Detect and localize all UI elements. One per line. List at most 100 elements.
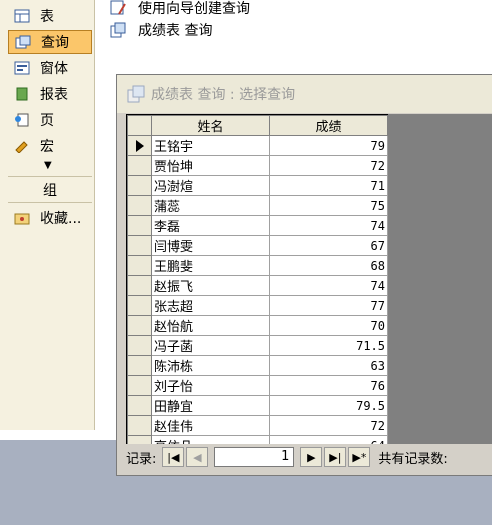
table-row[interactable]: 刘子怡 76 [127,375,388,396]
cell-name[interactable]: 蒲蕊 [151,195,270,216]
record-selector[interactable] [127,315,152,336]
cell-score[interactable]: 79.5 [269,395,388,416]
sidebar-item-reports[interactable]: 报表 [8,82,92,106]
first-record-button[interactable]: |◀ [162,447,185,467]
record-selector[interactable] [127,275,152,296]
cell-score[interactable]: 77 [269,295,388,316]
previous-record-button[interactable]: ◀ [186,447,209,467]
sidebar-item-tables[interactable]: 表 [8,4,92,28]
query-icon [127,85,145,103]
table-row[interactable]: 蒲蕊 75 [127,195,388,216]
list-item-wizard[interactable]: 使用向导创建查询 [110,0,250,18]
record-selector[interactable] [127,335,152,356]
cell-name[interactable]: 刘子怡 [151,375,270,396]
sidebar-item-forms[interactable]: 窗体 [8,56,92,80]
select-all-cell[interactable] [127,115,152,136]
sidebar-item-pages[interactable]: 页 [8,108,92,132]
cell-score[interactable]: 74 [269,275,388,296]
groups-header[interactable]: 组 [8,180,92,200]
record-selector[interactable] [127,355,152,376]
sidebar-item-label: 宏 [40,139,54,155]
cell-score[interactable]: 68 [269,255,388,276]
sidebar-item-label: 收藏... [40,211,82,227]
table-row[interactable]: 张志超 77 [127,295,388,316]
cell-score[interactable]: 79 [269,135,388,156]
record-selector[interactable] [127,375,152,396]
cell-score[interactable]: 76 [269,375,388,396]
cell-score[interactable]: 72 [269,155,388,176]
table-row[interactable]: 王铭宇 79 [127,135,388,156]
cell-score[interactable]: 67 [269,235,388,256]
cell-name[interactable]: 张志超 [151,295,270,316]
cell-score[interactable]: 70 [269,315,388,336]
cell-score[interactable]: 72 [269,415,388,436]
record-selector[interactable] [127,255,152,276]
table-row[interactable]: 赵怡航 70 [127,315,388,336]
current-record-input[interactable]: 1 [214,447,295,467]
table-row[interactable]: 冯澍煊 71 [127,175,388,196]
table-row[interactable]: 王鹏斐 68 [127,255,388,276]
sidebar-item-favorites[interactable]: 收藏... [8,206,92,230]
cell-name[interactable]: 贾怡坤 [151,155,270,176]
record-selector[interactable] [127,395,152,416]
record-selector[interactable] [127,155,152,176]
record-selector[interactable] [127,215,152,236]
cell-name[interactable]: 陈沛栋 [151,355,270,376]
cell-score[interactable]: 74 [269,215,388,236]
table-row[interactable]: 陈沛栋 63 [127,355,388,376]
sidebar-item-queries[interactable]: 查询 [8,30,92,54]
cell-name[interactable]: 赵怡航 [151,315,270,336]
cell-name[interactable]: 冯澍煊 [151,175,270,196]
cell-score[interactable]: 64 [269,435,388,444]
report-icon [14,87,30,101]
record-selector[interactable] [127,235,152,256]
cell-name[interactable]: 高依凡 [151,435,270,444]
query-icon [110,22,126,38]
column-header-name[interactable]: 姓名 [151,115,270,136]
table-row[interactable]: 冯子菡 71.5 [127,335,388,356]
table-row[interactable]: 高依凡64 [127,435,388,444]
sidebar-item-label: 窗体 [40,61,68,77]
record-selector[interactable] [127,135,152,156]
cell-name[interactable]: 李磊 [151,215,270,236]
list-item-query[interactable]: 成绩表 查询 [110,20,212,40]
new-record-button[interactable]: ▶* [348,447,371,467]
table-row[interactable]: 李磊 74 [127,215,388,236]
cell-name[interactable]: 田静宜 [151,395,270,416]
table-row[interactable]: 田静宜 79.5 [127,395,388,416]
next-record-button[interactable]: ▶ [300,447,323,467]
cell-score[interactable]: 71 [269,175,388,196]
sidebar-item-label: 表 [40,9,54,25]
wizard-icon [110,0,126,16]
cell-name[interactable]: 赵佳伟 [151,415,270,436]
record-selector[interactable] [127,175,152,196]
cell-score[interactable]: 75 [269,195,388,216]
objects-bar: 表 查询 窗体 报表 页 宏 ▼ 组 收藏... [0,0,95,430]
chevron-down-icon[interactable]: ▼ [44,160,52,171]
cell-score[interactable]: 63 [269,355,388,376]
cell-name[interactable]: 闫博雯 [151,235,270,256]
table-icon [14,9,30,23]
table-row[interactable]: 赵振飞 74 [127,275,388,296]
cell-name[interactable]: 王鹏斐 [151,255,270,276]
cell-name[interactable]: 王铭宇 [151,135,270,156]
record-selector[interactable] [127,415,152,436]
query-datasheet-window: 成绩表 查询 : 选择查询 姓名 成绩 王铭宇 79 贾怡坤 72 冯澍煊 71 蒲蕊 75 李… [116,74,492,476]
table-row[interactable]: 贾怡坤 72 [127,155,388,176]
cell-name[interactable]: 赵振飞 [151,275,270,296]
macro-icon [14,139,30,154]
window-title-bar[interactable]: 成绩表 查询 : 选择查询 [117,75,492,113]
column-header-score[interactable]: 成绩 [269,115,388,136]
table-row[interactable]: 闫博雯 67 [127,235,388,256]
cell-score[interactable]: 71.5 [269,335,388,356]
favorites-folder-icon [14,211,30,225]
record-selector[interactable] [127,435,152,444]
table-row[interactable]: 赵佳伟 72 [127,415,388,436]
window-title: 成绩表 查询 : 选择查询 [151,87,296,103]
record-selector[interactable] [127,295,152,316]
sidebar-item-macros[interactable]: 宏 [8,134,92,158]
last-record-button[interactable]: ▶| [324,447,347,467]
cell-name[interactable]: 冯子菡 [151,335,270,356]
sidebar-item-label: 报表 [40,87,68,103]
record-selector[interactable] [127,195,152,216]
